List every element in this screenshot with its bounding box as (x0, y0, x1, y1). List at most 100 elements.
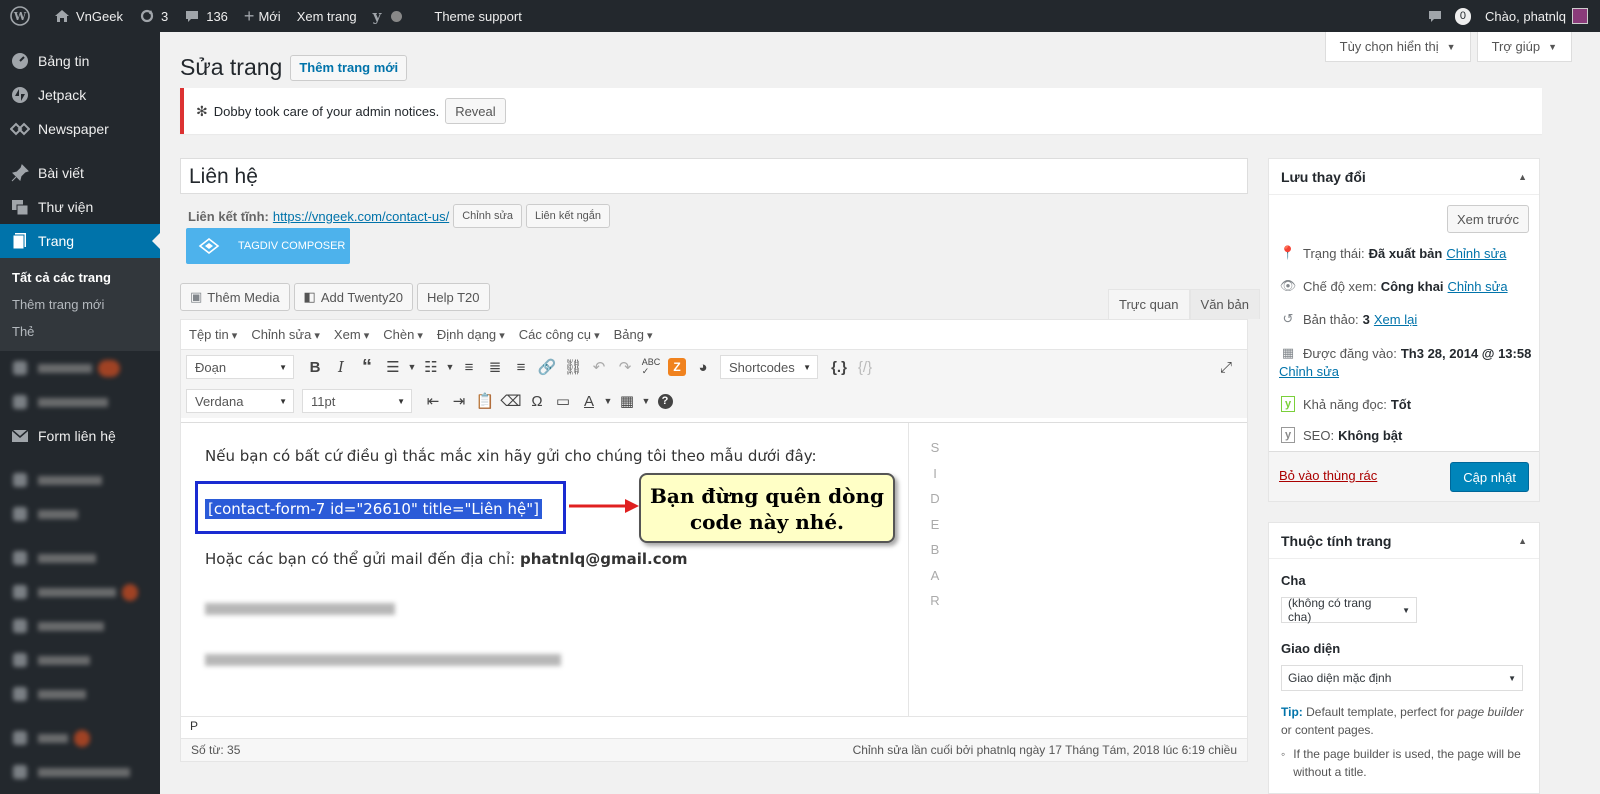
undo-icon[interactable]: ↶ (586, 354, 612, 380)
tab-text[interactable]: Văn bản (1189, 289, 1260, 319)
shortlink-button[interactable]: Liên kết ngắn (525, 204, 611, 228)
sidebar-item-blurred-10[interactable] (0, 721, 160, 755)
help-icon[interactable]: ? (652, 388, 678, 414)
screen-options-button[interactable]: Tùy chọn hiển thị (1324, 32, 1471, 62)
bullet-list-icon[interactable]: ☰ (380, 354, 406, 380)
reveal-button[interactable]: Reveal (445, 98, 506, 124)
sidebar-item-contact-form[interactable]: Form liên hệ (0, 419, 160, 453)
sidebar-item-dashboard[interactable]: Bảng tin (0, 44, 160, 78)
help-t20-button[interactable]: Help T20 (417, 283, 490, 311)
sidebar-item-blurred-6[interactable] (0, 575, 160, 609)
fullscreen-icon[interactable]: ⤢ (1213, 354, 1239, 380)
update-button[interactable]: Cập nhật (1450, 462, 1529, 492)
browse-revisions-link[interactable]: Xem lại (1374, 312, 1417, 327)
clear-formatting-icon[interactable]: ⌫ (498, 388, 524, 414)
editor-body[interactable]: Nếu bạn có bất cứ điều gì thắc mắc xin h… (181, 423, 909, 716)
edit-permalink-button[interactable]: Chỉnh sửa (453, 204, 522, 228)
menu-insert[interactable]: Chèn (383, 327, 423, 342)
sidebar-item-blurred-8[interactable] (0, 643, 160, 677)
code-braces-icon[interactable]: {.} (826, 354, 852, 380)
align-right-icon[interactable]: ≡ (508, 354, 534, 380)
menu-table[interactable]: Bảng (614, 327, 653, 342)
my-account-link[interactable]: Chào, phatnlq (1477, 0, 1600, 32)
italic-icon[interactable]: I (328, 354, 354, 380)
sidebar-item-pages[interactable]: Trang (0, 224, 160, 258)
bold-icon[interactable]: B (302, 354, 328, 380)
sidebar-item-blurred-5[interactable] (0, 541, 160, 575)
redo-icon[interactable]: ↷ (612, 354, 638, 380)
menu-tools[interactable]: Các công cụ (519, 327, 600, 342)
submenu-all-pages[interactable]: Tất cả các trang (0, 264, 160, 291)
unlink-icon[interactable]: ⛓ (560, 354, 586, 380)
submenu-tags[interactable]: Thẻ (0, 318, 160, 345)
add-new-page-button[interactable]: Thêm trang mới (290, 54, 408, 81)
sidebar-item-blurred-4[interactable] (0, 497, 160, 531)
edit-status-link[interactable]: Chỉnh sửa (1446, 246, 1506, 261)
special-character-icon[interactable]: Ω (524, 388, 550, 414)
add-twenty20-button[interactable]: ◧ Add Twenty20 (293, 283, 413, 311)
menu-format[interactable]: Định dạng (437, 327, 505, 342)
sidebar-item-blurred-2[interactable] (0, 385, 160, 419)
site-name-link[interactable]: VnGeek (46, 0, 131, 32)
numbered-list-dropdown-icon[interactable]: ▼ (444, 354, 456, 380)
font-family-select[interactable]: Verdana (186, 389, 294, 413)
edit-date-link[interactable]: Chỉnh sửa (1279, 364, 1339, 379)
font-size-select[interactable]: 11pt (302, 389, 412, 413)
sidebar-item-newspaper[interactable]: Newspaper (0, 112, 160, 146)
trash-link[interactable]: Bỏ vào thùng rác (1279, 468, 1377, 483)
format-select[interactable]: Đoạn (186, 355, 294, 379)
preview-button[interactable]: Xem trước (1446, 205, 1529, 233)
sidebar-item-posts[interactable]: Bài viết (0, 156, 160, 190)
pie-chart-icon[interactable]: ◕ (690, 354, 716, 380)
indent-icon[interactable]: ⇥ (446, 388, 472, 414)
code-edit-icon[interactable]: {/} (852, 354, 878, 380)
submenu-add-new-page[interactable]: Thêm trang mới (0, 291, 160, 318)
sidebar-item-blurred-7[interactable] (0, 609, 160, 643)
tab-visual[interactable]: Trực quan (1108, 289, 1190, 319)
parent-select[interactable]: (không có trang cha) (1281, 596, 1417, 624)
spellcheck-icon[interactable]: ABC ✓ (638, 354, 664, 380)
sidebar-item-blurred-1[interactable] (0, 351, 160, 385)
notifications-button[interactable] (1421, 0, 1455, 32)
theme-support-link[interactable]: Theme support (426, 0, 529, 32)
help-button[interactable]: Trợ giúp (1476, 32, 1572, 62)
table-dropdown-icon[interactable]: ▼ (640, 388, 652, 414)
editor-content[interactable]: Nếu bạn có bất cứ điều gì thắc mắc xin h… (181, 422, 1247, 716)
align-left-icon[interactable]: ≡ (456, 354, 482, 380)
menu-view[interactable]: Xem (334, 327, 369, 342)
horizontal-line-icon[interactable]: ▭ (550, 388, 576, 414)
sidebar-item-blurred-9[interactable] (0, 677, 160, 711)
permalink-url[interactable]: https://vngeek.com/contact-us/ (273, 209, 449, 224)
paste-text-icon[interactable]: 📋 (472, 388, 498, 414)
sidebar-item-media[interactable]: Thư viện (0, 190, 160, 224)
publish-box-header[interactable]: Lưu thay đổi (1269, 159, 1539, 195)
table-icon[interactable]: ▦ (614, 388, 640, 414)
blockquote-icon[interactable]: “ (354, 354, 380, 380)
bullet-list-dropdown-icon[interactable]: ▼ (406, 354, 418, 380)
shortcodes-select[interactable]: Shortcodes (720, 355, 818, 379)
menu-file[interactable]: Tệp tin (189, 327, 237, 342)
text-color-icon[interactable]: A (576, 388, 602, 414)
template-select[interactable]: Giao diện mặc định (1281, 665, 1523, 691)
outdent-icon[interactable]: ⇤ (420, 388, 446, 414)
add-media-button[interactable]: ▣ Thêm Media (180, 283, 290, 311)
edit-visibility-link[interactable]: Chỉnh sửa (1448, 279, 1508, 294)
numbered-list-icon[interactable]: ☷ (418, 354, 444, 380)
wordpress-logo-icon[interactable]: W (0, 0, 46, 32)
sidebar-item-blurred-3[interactable] (0, 463, 160, 497)
view-page-link[interactable]: Xem trang (289, 0, 365, 32)
tagdiv-composer-button[interactable]: TAGDIV COMPOSER (186, 228, 350, 264)
updates-link[interactable]: 3 (131, 0, 176, 32)
text-color-dropdown-icon[interactable]: ▼ (602, 388, 614, 414)
element-path[interactable]: P (181, 716, 1247, 738)
sidebar-item-blurred-11[interactable] (0, 755, 160, 789)
menu-edit[interactable]: Chỉnh sửa (251, 327, 320, 342)
new-content-link[interactable]: + Mới (236, 0, 289, 32)
comments-link[interactable]: 136 (176, 0, 236, 32)
link-icon[interactable]: 🔗 (534, 354, 560, 380)
post-title-input[interactable]: Liên hệ (180, 158, 1248, 194)
yoast-menu[interactable]: y (365, 0, 411, 32)
page-attributes-header[interactable]: Thuộc tính trang (1269, 523, 1539, 559)
align-center-icon[interactable]: ≣ (482, 354, 508, 380)
sidebar-item-jetpack[interactable]: Jetpack (0, 78, 160, 112)
